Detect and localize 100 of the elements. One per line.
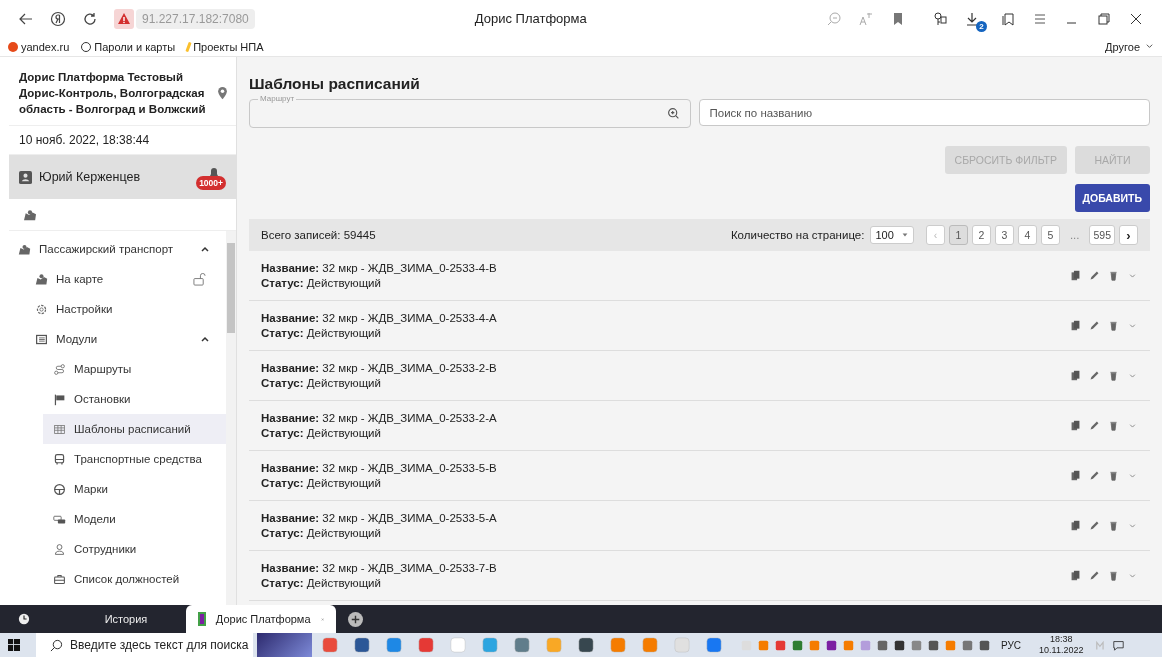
bookmark-link[interactable]: yandex.ru [8, 40, 70, 53]
key-icon[interactable] [932, 10, 948, 27]
nav-item[interactable]: Модули [9, 324, 226, 354]
copy-icon[interactable] [1070, 570, 1081, 581]
reload-icon[interactable] [82, 10, 98, 27]
edit-icon[interactable] [1089, 370, 1100, 381]
sidebar-scrollbar[interactable] [226, 231, 236, 605]
yandex-logo-icon[interactable] [50, 10, 66, 27]
language-indicator[interactable]: РУС [1001, 639, 1022, 651]
copy-icon[interactable] [1070, 270, 1081, 281]
collections-icon[interactable] [1000, 10, 1016, 27]
zoom-in-icon[interactable] [666, 107, 680, 120]
edit-icon[interactable] [1089, 520, 1100, 531]
tray-icon[interactable] [826, 639, 837, 651]
copy-icon[interactable] [1070, 320, 1081, 331]
edit-icon[interactable] [1089, 320, 1100, 331]
page-button[interactable]: 5 [1040, 225, 1060, 245]
nav-item[interactable]: Список должностей [9, 564, 226, 594]
pagination-ellipsis: ... [1069, 229, 1080, 241]
delete-icon[interactable] [1108, 270, 1119, 281]
app-icon[interactable] [706, 637, 722, 653]
copy-icon[interactable] [1070, 470, 1081, 481]
edit-icon[interactable] [1089, 570, 1100, 581]
tray-icon[interactable] [979, 639, 990, 651]
map-pin-icon [35, 272, 48, 286]
tray-icon[interactable] [928, 639, 939, 651]
chevron-icon[interactable] [200, 334, 210, 344]
nav-item[interactable]: На карте [9, 264, 226, 294]
app-icon[interactable] [578, 637, 594, 653]
page-button[interactable]: 1 [948, 225, 968, 245]
clock-icon[interactable] [18, 613, 30, 625]
browser-tab[interactable]: Дорис Платформа [186, 605, 336, 633]
app-icon[interactable] [354, 637, 370, 653]
bookmark-link[interactable]: Пароли и карты [81, 40, 176, 53]
delete-icon[interactable] [1108, 420, 1119, 431]
edit-icon[interactable] [1089, 420, 1100, 431]
tray-icon[interactable] [877, 639, 888, 651]
location-pin-icon[interactable] [217, 86, 228, 100]
taskbar-clock[interactable]: 18:38 10.11.2022 [1039, 634, 1084, 656]
next-page-button[interactable]: › [1119, 225, 1138, 245]
search-field[interactable]: Поиск по названию [698, 99, 1150, 126]
caret-icon [900, 231, 909, 239]
warning-icon[interactable] [114, 8, 134, 29]
windows-start-icon[interactable] [8, 639, 20, 651]
date-time: 10 нояб. 2022, 18:38:44 [19, 133, 150, 147]
delete-icon[interactable] [1108, 470, 1119, 481]
nav-item[interactable]: Марки [9, 474, 226, 504]
organization-name: Дорис Платформа Тестовый Дорис-Контроль, Волгоградская область - Волгоград и Волжский [19, 70, 207, 117]
copy-icon[interactable] [1070, 520, 1081, 531]
per-page-select[interactable]: 100 [870, 226, 914, 244]
nav-item[interactable]: Настройки [9, 294, 226, 324]
page-button[interactable]: 595 [1089, 225, 1115, 245]
template-status: Статус: Действующий [261, 327, 382, 339]
page-button[interactable]: 3 [994, 225, 1014, 245]
user-panel[interactable]: Юрий Керженцев 1000+ [9, 155, 236, 199]
nav-item[interactable]: Пассажирский транспорт [9, 234, 226, 264]
delete-icon[interactable] [1108, 370, 1119, 381]
unlocked-padlock-icon[interactable] [193, 272, 206, 286]
list-icon [35, 332, 48, 346]
route-icon [53, 362, 66, 376]
template-status: Статус: Действующий [261, 277, 382, 289]
nav-item[interactable]: Модели [9, 504, 226, 534]
nav-item[interactable]: Сотрудники [9, 534, 226, 564]
edit-icon[interactable] [1089, 470, 1100, 481]
tray-icon[interactable] [894, 639, 905, 651]
page-button[interactable]: 2 [971, 225, 991, 245]
weather-picture[interactable] [257, 633, 312, 657]
nav-item[interactable]: Маршруты [9, 354, 226, 384]
copy-icon[interactable] [1070, 370, 1081, 381]
new-tab-icon[interactable] [348, 611, 363, 627]
nav-item[interactable]: Остановки [9, 384, 226, 414]
bell-icon[interactable] [208, 166, 220, 178]
chat-icon[interactable] [1113, 639, 1125, 651]
gear-icon [35, 302, 48, 316]
template-name: Название: 32 мкр - ЖДВ_ЗИМА_0-2533-4-А [261, 312, 497, 324]
edit-icon[interactable] [1089, 270, 1100, 281]
bookmark-link[interactable]: Проекты НПА [187, 40, 264, 53]
template-status: Статус: Действующий [261, 477, 382, 489]
map-icon[interactable] [23, 208, 37, 221]
chevron-icon[interactable] [200, 244, 210, 254]
browser-tab[interactable]: История [66, 605, 186, 633]
delete-icon[interactable] [1108, 520, 1119, 531]
nav-item[interactable]: Транспортные средства [9, 444, 226, 474]
map-pin-icon [18, 242, 31, 256]
template-name: Название: 32 мкр - ЖДВ_ЗИМА_0-2533-7-В [261, 562, 497, 574]
copy-icon[interactable] [1070, 420, 1081, 431]
app-icon[interactable] [418, 637, 434, 653]
delete-icon[interactable] [1108, 570, 1119, 581]
add-button[interactable]: ДОБАВИТЬ [1074, 184, 1150, 212]
other-bookmarks-button[interactable]: Другое [1105, 40, 1154, 53]
app-icon[interactable] [514, 637, 530, 653]
template-name: Название: 32 мкр - ЖДВ_ЗИМА_0-2533-4-В [261, 262, 497, 274]
restore-icon[interactable] [1096, 10, 1112, 27]
page-button[interactable]: 4 [1017, 225, 1037, 245]
template-name: Название: 32 мкр - ЖДВ_ЗИМА_0-2533-5-В [261, 462, 497, 474]
delete-icon[interactable] [1108, 320, 1119, 331]
notification-badge: 1000+ [196, 176, 226, 190]
bus-icon [53, 452, 66, 466]
nav-item[interactable]: Шаблоны расписаний [43, 414, 226, 444]
taskbar-search-field[interactable]: Введите здесь текст для поиска [36, 633, 253, 657]
